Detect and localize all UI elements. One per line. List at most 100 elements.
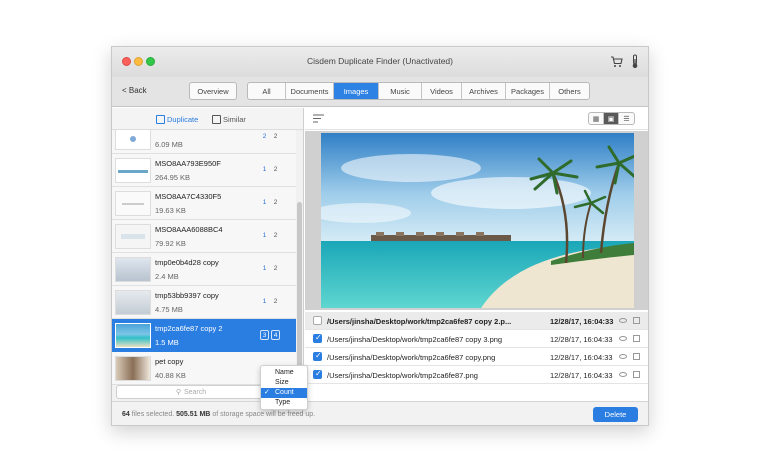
grid-view-icon[interactable]: ▦ — [589, 113, 604, 124]
sort-option-count[interactable]: Count — [261, 388, 307, 398]
tab-others[interactable]: Others — [550, 83, 589, 99]
selection-summary: 64 files selected. 505.51 MB of storage … — [122, 411, 315, 418]
item-name: pet copy — [155, 357, 184, 366]
item-count: 12 — [262, 199, 278, 206]
file-checkbox[interactable] — [313, 351, 322, 361]
tab-music[interactable]: Music — [379, 83, 422, 99]
file-path: /Users/jinsha/Desktop/work/tmp2ca6fe87 c… — [327, 335, 503, 344]
list-item[interactable]: MSO8AA793E950F 264.95 KB 12 — [112, 154, 296, 187]
item-thumbnail — [115, 323, 151, 348]
delete-button[interactable]: Delete — [593, 407, 638, 422]
item-count: 12 — [262, 265, 278, 272]
eye-icon[interactable] — [619, 354, 627, 359]
item-thumbnail — [115, 191, 151, 216]
file-checkbox[interactable] — [313, 316, 322, 325]
sort-option-name[interactable]: Name — [261, 368, 307, 378]
tab-similar-label: Similar — [223, 115, 246, 124]
similar-icon — [212, 115, 221, 124]
image-preview — [305, 131, 648, 310]
view-mode-switch: ▦ ▣ ☰ — [588, 112, 635, 125]
cart-icon[interactable] — [610, 55, 623, 68]
list-item-selected[interactable]: tmp2ca6fe87 copy 2 1.5 MB 34 — [112, 319, 296, 352]
thermometer-icon[interactable] — [630, 54, 640, 69]
item-thumbnail — [115, 290, 151, 315]
list-mode-tabs: Duplicate Similar — [112, 108, 303, 130]
preview-toolbar: ▦ ▣ ☰ — [305, 108, 648, 130]
sort-option-type[interactable]: Type — [261, 398, 307, 408]
tab-similar[interactable]: Similar — [212, 115, 246, 124]
file-date: 12/28/17, 16:04:33 — [550, 317, 614, 326]
sort-menu: Name Size Count Type — [260, 365, 308, 410]
item-thumbnail — [115, 130, 151, 150]
item-size: 4.75 MB — [155, 305, 183, 314]
item-count: 34 — [260, 330, 280, 340]
tab-videos[interactable]: Videos — [422, 83, 462, 99]
duplicate-icon — [156, 115, 165, 124]
tab-packages[interactable]: Packages — [506, 83, 550, 99]
duplicate-groups-list: 6.09 MB 22 MSO8AA793E950F 264.95 KB 12 M… — [112, 130, 296, 401]
tab-all[interactable]: All — [248, 83, 286, 99]
file-date: 12/28/17, 16:04:33 — [550, 371, 613, 380]
overview-button[interactable]: Overview — [189, 82, 237, 100]
file-path: /Users/jinsha/Desktop/work/tmp2ca6fe87 c… — [327, 353, 496, 362]
window-title: Cisdem Duplicate Finder (Unactivated) — [307, 56, 453, 66]
open-external-icon[interactable] — [633, 317, 640, 324]
sort-lines-icon[interactable] — [313, 114, 324, 123]
preview-image — [321, 133, 634, 308]
list-item[interactable]: tmp0e0b4d28 copy 2.4 MB 12 — [112, 253, 296, 286]
sort-option-size[interactable]: Size — [261, 378, 307, 388]
tab-archives[interactable]: Archives — [462, 83, 506, 99]
selected-count: 64 — [122, 411, 130, 418]
tab-images[interactable]: Images — [334, 83, 379, 99]
item-thumbnail — [115, 356, 151, 381]
open-external-icon[interactable] — [633, 371, 640, 378]
toolbar: < Back Overview All Documents Images Mus… — [112, 77, 648, 107]
search-placeholder: Search — [183, 388, 207, 396]
file-row[interactable]: /Users/jinsha/Desktop/work/tmp2ca6fe87 c… — [305, 330, 648, 348]
item-count: 12 — [262, 166, 278, 173]
selected-count-label: files selected. — [131, 411, 175, 418]
list-item[interactable]: MSO8AA7C4330F5 19.63 KB 12 — [112, 187, 296, 220]
file-row[interactable]: /Users/jinsha/Desktop/work/tmp2ca6fe87 c… — [305, 348, 648, 366]
item-thumbnail — [115, 257, 151, 282]
file-date: 12/28/17, 16:04:33 — [550, 353, 613, 362]
title-bar: Cisdem Duplicate Finder (Unactivated) — [112, 47, 648, 77]
file-date: 12/28/17, 16:04:33 — [550, 335, 613, 344]
back-button[interactable]: < Back — [122, 86, 147, 95]
file-checkbox[interactable] — [313, 333, 322, 343]
search-icon: ⚲ — [175, 389, 181, 396]
duplicate-list-pane: Duplicate Similar 6.09 MB 22 MSO8AA793E9… — [112, 108, 304, 401]
open-external-icon[interactable] — [633, 335, 640, 342]
tab-duplicate-label: Duplicate — [167, 115, 199, 124]
item-size: 1.5 MB — [155, 338, 179, 347]
freed-size: 505.51 MB — [176, 411, 211, 418]
duplicate-files-list: /Users/jinsha/Desktop/work/tmp2ca6fe87 c… — [305, 312, 648, 384]
file-row[interactable]: /Users/jinsha/Desktop/work/tmp2ca6fe87 c… — [305, 312, 648, 330]
list-item[interactable]: MSO8AAA6088BC4 79.92 KB 12 — [112, 220, 296, 253]
file-checkbox[interactable] — [313, 369, 322, 379]
list-item[interactable]: 6.09 MB 22 — [112, 130, 296, 154]
item-name: tmp53bb9397 copy — [155, 291, 219, 300]
eye-icon[interactable] — [619, 318, 627, 323]
eye-icon[interactable] — [619, 372, 627, 377]
freed-size-label: of storage space will be freed up. — [212, 411, 316, 418]
tab-duplicate[interactable]: Duplicate — [156, 115, 198, 124]
tab-documents[interactable]: Documents — [286, 83, 334, 99]
status-bar: 64 files selected. 505.51 MB of storage … — [112, 401, 648, 425]
item-name: tmp2ca6fe87 copy 2 — [155, 324, 223, 333]
list-item[interactable]: tmp53bb9397 copy 4.75 MB 12 — [112, 286, 296, 319]
eye-icon[interactable] — [619, 336, 627, 341]
item-name: MSO8AA7C4330F5 — [155, 192, 222, 201]
file-path: /Users/jinsha/Desktop/work/tmp2ca6fe87 c… — [327, 317, 512, 326]
app-window: Cisdem Duplicate Finder (Unactivated) < … — [111, 46, 649, 426]
file-row[interactable]: /Users/jinsha/Desktop/work/tmp2ca6fe87.p… — [305, 366, 648, 384]
item-name: MSO8AAA6088BC4 — [155, 225, 223, 234]
list-view-icon[interactable]: ☰ — [619, 113, 634, 124]
open-external-icon[interactable] — [633, 353, 640, 360]
search-input[interactable]: ⚲ Search — [116, 385, 266, 399]
preview-view-icon[interactable]: ▣ — [604, 113, 619, 124]
file-path: /Users/jinsha/Desktop/work/tmp2ca6fe87.p… — [327, 371, 478, 380]
preview-pane: ▦ ▣ ☰ /Users/jinsha/Desktop/work/tmp2ca6… — [305, 108, 648, 401]
item-name: MSO8AA793E950F — [155, 159, 221, 168]
list-scrollbar[interactable] — [297, 202, 302, 368]
